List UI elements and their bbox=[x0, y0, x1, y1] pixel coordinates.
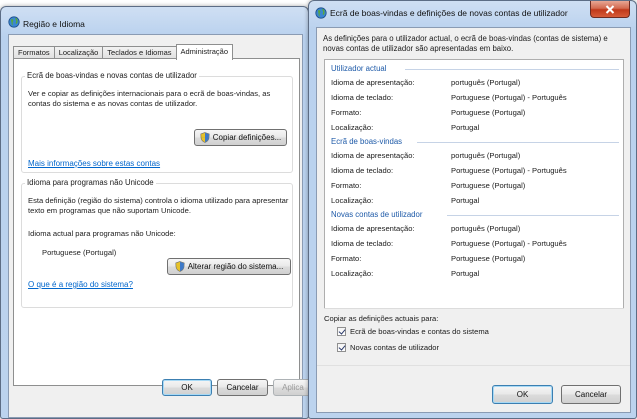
right-window-title: Ecrã de boas-vindas e definições de nova… bbox=[330, 8, 568, 18]
apply-button-left[interactable]: Aplica bbox=[273, 379, 308, 396]
new-users-format: Portuguese (Portugal) bbox=[451, 254, 526, 263]
new-user-accounts-label[interactable]: Novas contas de utilizador bbox=[350, 343, 439, 352]
welcome-input-language: Portuguese (Portugal) - Português bbox=[451, 166, 567, 175]
welcome-display-language: português (Portugal) bbox=[451, 151, 521, 160]
change-system-locale-button[interactable]: Alterar região do sistema... bbox=[167, 258, 291, 275]
cancel-button-left[interactable]: Cancelar bbox=[217, 379, 268, 396]
globe-icon bbox=[8, 16, 20, 28]
copy-to-label: Copiar as definições actuais para: bbox=[324, 314, 439, 323]
settings-summary-panel: Utilizador actual Idioma de apresentação… bbox=[324, 59, 624, 309]
uac-shield-icon bbox=[200, 132, 210, 143]
unicode-description: Esta definição (região do sistema) contr… bbox=[28, 196, 289, 215]
tab-administration[interactable]: Administração bbox=[175, 44, 234, 60]
left-window-title: Região e Idioma bbox=[23, 19, 85, 29]
location-label: Localização: bbox=[331, 269, 374, 278]
left-client-area: Formatos Localização Teclados e Idiomas … bbox=[8, 34, 308, 418]
welcome-system-accounts-label[interactable]: Ecrã de boas-vindas e contas do sistema bbox=[350, 327, 489, 336]
display-language-label: Idioma de apresentação: bbox=[331, 78, 415, 87]
welcome-location: Portugal bbox=[451, 196, 480, 205]
region-language-window: Região e Idioma Formatos Localização Tec… bbox=[0, 6, 309, 419]
button-bar-separator bbox=[317, 365, 630, 366]
ok-button-left[interactable]: OK bbox=[162, 379, 212, 396]
bottom-separator bbox=[324, 308, 624, 309]
section-divider bbox=[447, 215, 619, 216]
cancel-button-right[interactable]: Cancelar bbox=[561, 385, 621, 404]
ok-button-right[interactable]: OK bbox=[492, 385, 553, 404]
tab-strip: Formatos Localização Teclados e Idiomas … bbox=[13, 44, 234, 60]
location-label: Localização: bbox=[331, 123, 374, 132]
new-users-location: Portugal bbox=[451, 269, 480, 278]
new-users-input-language: Portuguese (Portugal) - Português bbox=[451, 239, 567, 248]
left-titlebar[interactable]: Região e Idioma bbox=[1, 7, 308, 33]
input-language-label: Idioma de teclado: bbox=[331, 239, 394, 248]
display-language-label: Idioma de apresentação: bbox=[331, 224, 415, 233]
section-divider bbox=[417, 142, 619, 143]
format-label: Formato: bbox=[331, 181, 362, 190]
more-info-accounts-link[interactable]: Mais informações sobre estas contas bbox=[28, 159, 160, 168]
current-user-format: Portuguese (Portugal) bbox=[451, 108, 526, 117]
welcome-system-accounts-checkbox[interactable] bbox=[337, 327, 346, 336]
administration-panel: Ecrã de boas-vindas e novas contas de ut… bbox=[13, 58, 300, 386]
welcome-description: Ver e copiar as definições internacionai… bbox=[28, 89, 271, 108]
globe-icon bbox=[315, 7, 327, 19]
current-unicode-label: Idioma actual para programas não Unicode… bbox=[28, 229, 176, 238]
format-label: Formato: bbox=[331, 108, 362, 117]
input-language-label: Idioma de teclado: bbox=[331, 166, 394, 175]
new-users-display-language: português (Portugal) bbox=[451, 224, 521, 233]
current-user-display-language: português (Portugal) bbox=[451, 78, 521, 87]
section-current-user-title: Utilizador actual bbox=[331, 64, 387, 73]
copy-settings-label: Copiar definições... bbox=[212, 133, 282, 142]
welcome-screen-settings-window: Ecrã de boas-vindas e definições de nova… bbox=[308, 0, 637, 419]
location-label: Localização: bbox=[331, 196, 374, 205]
section-divider bbox=[405, 69, 619, 70]
right-titlebar[interactable]: Ecrã de boas-vindas e definições de nova… bbox=[309, 1, 636, 27]
current-unicode-value: Portuguese (Portugal) bbox=[42, 248, 117, 257]
welcome-format: Portuguese (Portugal) bbox=[451, 181, 526, 190]
change-system-locale-label: Alterar região do sistema... bbox=[187, 262, 284, 271]
display-language-label: Idioma de apresentação: bbox=[331, 151, 415, 160]
right-client-area: As definições para o utilizador actual, … bbox=[316, 27, 631, 413]
current-user-location: Portugal bbox=[451, 123, 480, 132]
section-welcome-screen-title: Ecrã de boas-vindas bbox=[331, 137, 403, 146]
close-icon bbox=[605, 4, 615, 14]
format-label: Formato: bbox=[331, 254, 362, 263]
copy-settings-button[interactable]: Copiar definições... bbox=[194, 129, 287, 146]
current-user-input-language: Portuguese (Portugal) - Português bbox=[451, 93, 567, 102]
system-locale-help-link[interactable]: O que é a região do sistema? bbox=[28, 280, 133, 289]
input-language-label: Idioma de teclado: bbox=[331, 93, 394, 102]
close-button[interactable] bbox=[590, 1, 630, 18]
settings-intro-text: As definições para o utilizador actual, … bbox=[323, 34, 608, 53]
uac-shield-icon bbox=[175, 261, 185, 272]
unicode-group-heading: Idioma para programas não Unicode bbox=[25, 178, 156, 187]
welcome-group-heading: Ecrã de boas-vindas e novas contas de ut… bbox=[25, 71, 199, 80]
section-new-users-title: Novas contas de utilizador bbox=[331, 210, 423, 219]
new-user-accounts-checkbox[interactable] bbox=[337, 343, 346, 352]
